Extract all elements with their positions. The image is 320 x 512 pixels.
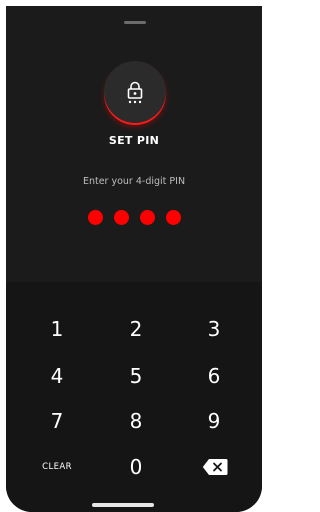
backspace-icon[interactable] <box>202 458 228 476</box>
page-title: SET PIN <box>108 134 160 147</box>
pin-dot <box>114 210 129 225</box>
numeric-keypad: 1 2 3 4 5 6 7 8 9 CLEAR 0 <box>6 282 262 512</box>
key-9[interactable]: 9 <box>184 406 244 436</box>
key-1[interactable]: 1 <box>27 314 87 344</box>
clear-button[interactable]: CLEAR <box>27 452 87 482</box>
key-5[interactable]: 5 <box>106 361 166 391</box>
pin-sheet: SET PIN Enter your 4-digit PIN 1 2 3 4 5… <box>6 6 262 512</box>
home-indicator <box>92 503 154 507</box>
drag-handle[interactable] <box>124 21 146 24</box>
pin-dots <box>88 210 188 226</box>
key-6[interactable]: 6 <box>184 361 244 391</box>
pin-dot <box>166 210 181 225</box>
pin-instruction: Enter your 4-digit PIN <box>82 176 186 187</box>
key-3[interactable]: 3 <box>184 314 244 344</box>
key-4[interactable]: 4 <box>27 361 87 391</box>
lock-keypad-icon <box>127 81 143 104</box>
pin-dot <box>140 210 155 225</box>
key-7[interactable]: 7 <box>27 406 87 436</box>
lock-badge <box>104 61 166 123</box>
pin-header-panel: SET PIN Enter your 4-digit PIN <box>6 6 262 282</box>
key-8[interactable]: 8 <box>106 406 166 436</box>
key-0[interactable]: 0 <box>106 452 166 482</box>
key-2[interactable]: 2 <box>106 314 166 344</box>
pin-dot <box>88 210 103 225</box>
